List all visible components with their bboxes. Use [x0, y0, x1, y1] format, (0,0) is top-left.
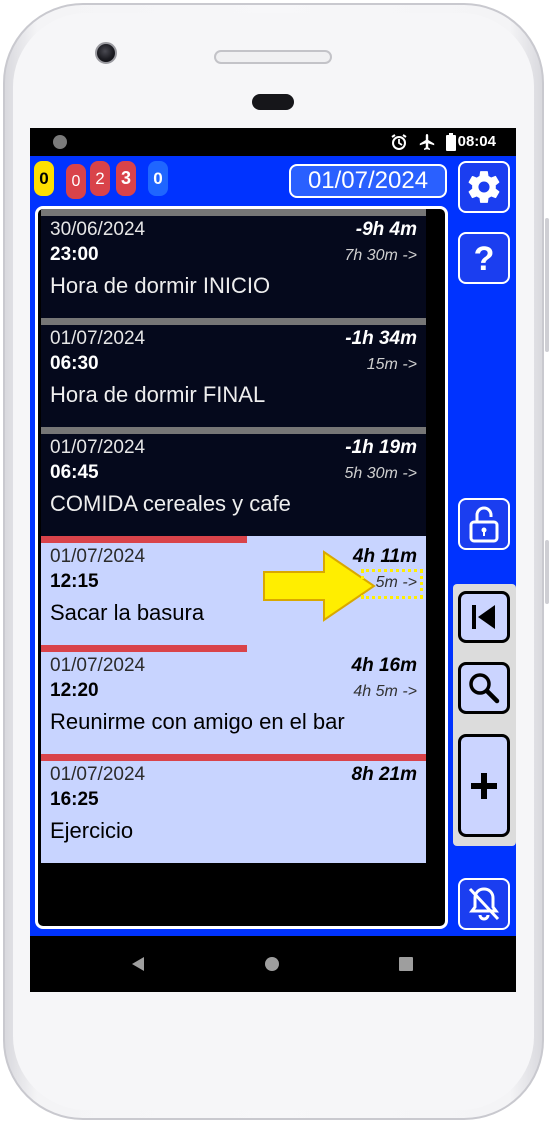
- event-time: 12:20: [50, 680, 99, 701]
- event-time: 12:15: [50, 571, 99, 592]
- status-time: 08:04: [457, 133, 496, 150]
- back-icon[interactable]: [130, 956, 146, 972]
- counter-badge[interactable]: 0: [148, 161, 168, 196]
- event-row[interactable]: 30/06/2024 -9h 4m 23:00 7h 30m -> Hora de …: [41, 209, 426, 318]
- event-interval: 15m ->: [366, 356, 417, 373]
- unlock-button[interactable]: [458, 498, 510, 550]
- event-elapsed: 4h 16m: [351, 655, 417, 676]
- event-time: 16:25: [50, 789, 99, 810]
- event-divider: [41, 318, 426, 325]
- recents-icon[interactable]: [399, 957, 413, 971]
- earpiece-speaker: [214, 50, 332, 64]
- plus-icon: [471, 772, 497, 799]
- event-time: 06:45: [50, 462, 99, 483]
- event-time: 06:30: [50, 353, 99, 374]
- search-icon: [469, 673, 500, 704]
- event-interval: 4h 5m ->: [353, 683, 417, 700]
- event-title: Hora de dormir INICIO: [50, 273, 271, 298]
- event-title: Hora de dormir FINAL: [50, 382, 266, 407]
- counter-badge[interactable]: 0: [66, 164, 86, 199]
- search-button[interactable]: [458, 662, 510, 714]
- event-row[interactable]: 01/07/2024 4h 16m 12:20 4h 5m -> Reunirme …: [41, 645, 426, 754]
- phone-side-button-upper: [545, 218, 549, 352]
- event-date: 01/07/2024: [50, 546, 146, 567]
- mute-notifications-button[interactable]: [458, 878, 510, 930]
- event-date: 01/07/2024: [50, 437, 146, 458]
- event-time: 23:00: [50, 244, 99, 265]
- battery-icon: [446, 133, 456, 151]
- event-divider: [41, 427, 426, 434]
- highlight-box: [361, 569, 423, 599]
- go-to-first-button[interactable]: [458, 591, 510, 643]
- front-camera: [95, 42, 117, 64]
- status-bar: 08:04: [30, 128, 516, 156]
- status-icons: [390, 133, 456, 151]
- bell-off-icon: [468, 887, 500, 921]
- event-date: 01/07/2024: [50, 655, 146, 676]
- event-row[interactable]: 01/07/2024 8h 21m 16:25 Ejercicio: [41, 754, 426, 863]
- counter-badge[interactable]: 0: [34, 161, 54, 196]
- settings-button[interactable]: [458, 161, 510, 213]
- svg-text:?: ?: [474, 240, 495, 277]
- event-progress-bar: [41, 754, 426, 761]
- help-icon: ?: [474, 240, 495, 277]
- app-screen: 08:04 0 0 2 3 0 01/07/2024 ? 30/06/2024 …: [30, 128, 516, 992]
- event-progress-bar: [41, 536, 247, 543]
- skip-to-start-icon: [472, 605, 495, 629]
- current-date-button[interactable]: 01/07/2024: [289, 164, 447, 198]
- event-elapsed: 8h 21m: [351, 764, 417, 785]
- proximity-sensor: [252, 94, 294, 110]
- add-event-button[interactable]: [458, 734, 510, 837]
- event-elapsed: -1h 19m: [345, 437, 417, 458]
- event-date: 30/06/2024: [50, 219, 146, 240]
- event-title: Reunirme con amigo en el bar: [50, 709, 345, 734]
- event-list-frame: 30/06/2024 -9h 4m 23:00 7h 30m -> Hora de …: [35, 206, 448, 929]
- phone-side-button-lower: [545, 540, 549, 604]
- event-title: COMIDA cereales y cafe: [50, 491, 291, 516]
- unlock-icon: [469, 506, 499, 543]
- notification-dot: [53, 135, 67, 149]
- event-date: 01/07/2024: [50, 764, 146, 785]
- navigation-panel: [453, 584, 516, 846]
- event-row[interactable]: 01/07/2024 -1h 19m 06:45 5h 30m -> COMIDA …: [41, 427, 426, 536]
- event-date: 01/07/2024: [50, 328, 146, 349]
- event-row[interactable]: 01/07/2024 -1h 34m 06:30 15m -> Hora de do…: [41, 318, 426, 427]
- event-interval: 5h 30m ->: [344, 465, 417, 482]
- alarm-icon: [391, 134, 407, 150]
- android-navigation-bar: [30, 936, 516, 992]
- counter-badge[interactable]: 3: [116, 161, 136, 196]
- event-progress-bar: [41, 645, 247, 652]
- gear-icon: [468, 171, 500, 203]
- airplane-icon: [419, 134, 435, 150]
- event-elapsed: -9h 4m: [355, 219, 417, 240]
- home-icon[interactable]: [264, 956, 280, 972]
- event-interval: 7h 30m ->: [344, 247, 417, 264]
- counter-badge[interactable]: 2: [90, 161, 110, 196]
- event-list: 30/06/2024 -9h 4m 23:00 7h 30m -> Hora de …: [41, 209, 426, 863]
- event-elapsed: -1h 34m: [345, 328, 417, 349]
- help-button[interactable]: ?: [458, 232, 510, 284]
- event-title: Ejercicio: [50, 818, 134, 843]
- event-divider: [41, 209, 426, 216]
